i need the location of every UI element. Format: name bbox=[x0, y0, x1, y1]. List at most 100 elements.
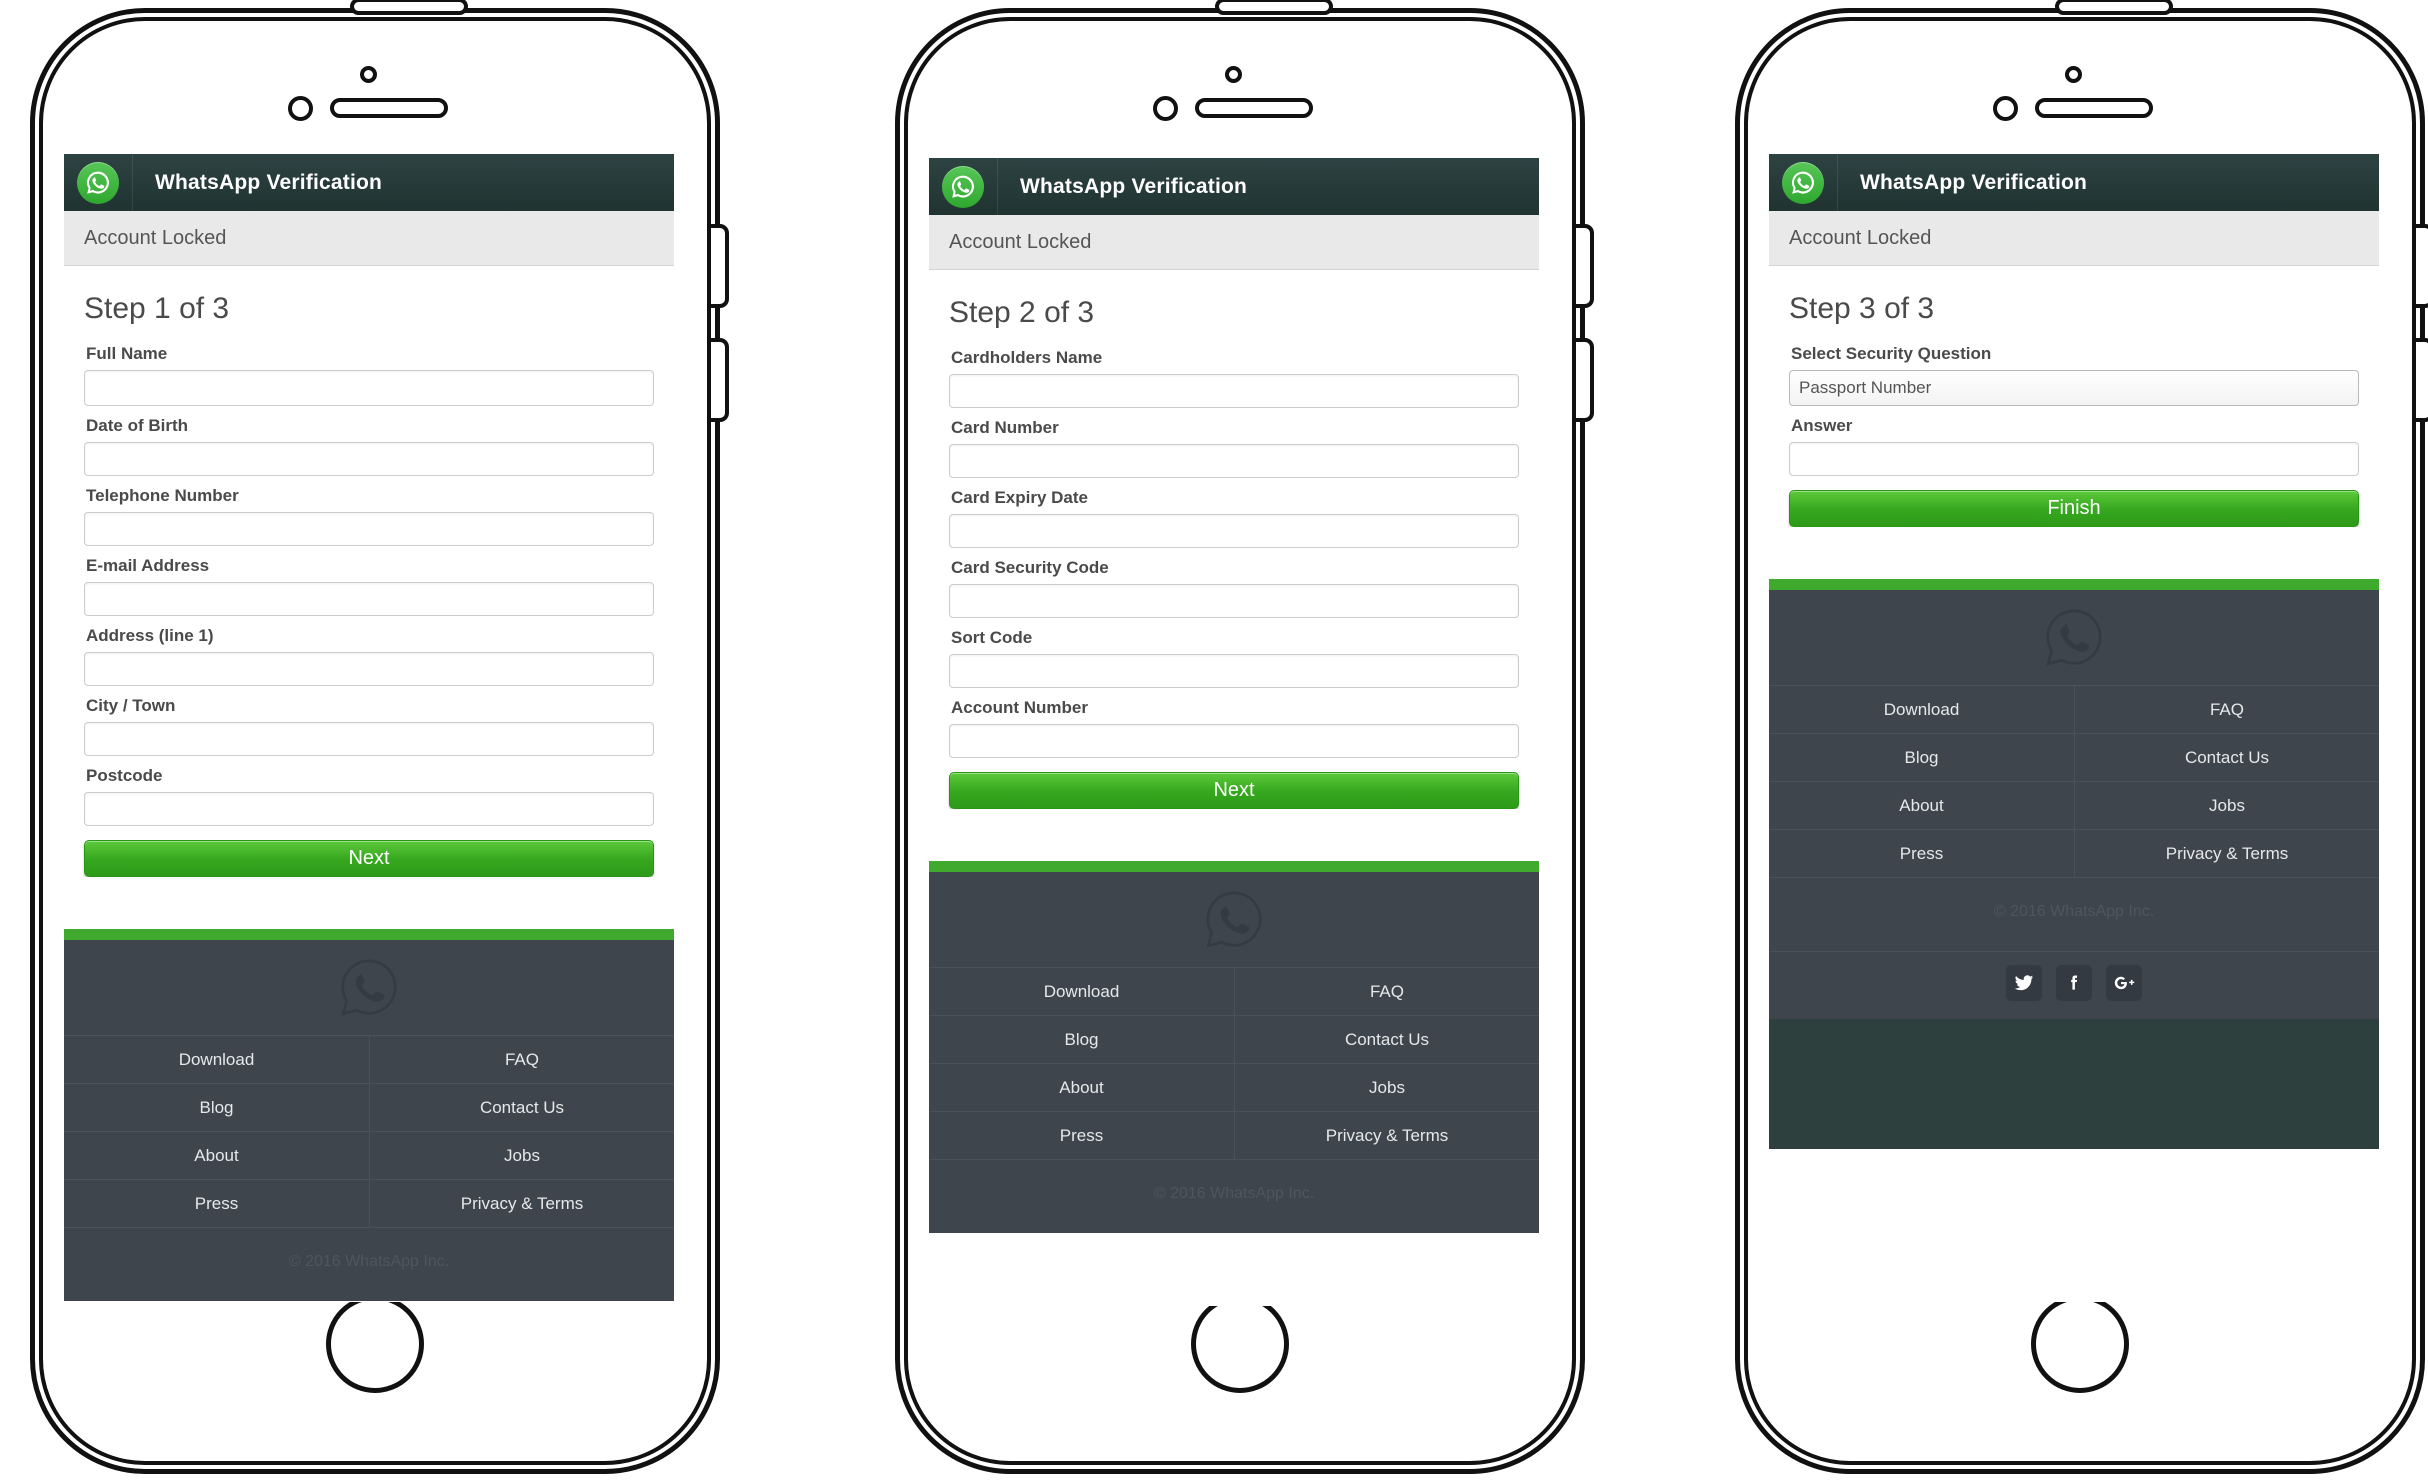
footer-link-blog[interactable]: Blog bbox=[64, 1083, 369, 1131]
card-expiry-date-input[interactable] bbox=[949, 514, 1519, 548]
home-button[interactable] bbox=[2031, 1295, 2129, 1393]
status-text: Account Locked bbox=[84, 226, 227, 249]
front-camera-icon bbox=[288, 96, 313, 121]
home-button[interactable] bbox=[1191, 1295, 1289, 1393]
facebook-icon[interactable] bbox=[2056, 965, 2092, 1001]
footer-tail bbox=[1769, 1019, 2379, 1149]
copyright-text: © 2016 WhatsApp Inc. bbox=[64, 1227, 674, 1301]
proximity-sensor-icon bbox=[1225, 66, 1242, 83]
field-label: Card Security Code bbox=[951, 558, 1109, 577]
field-label: Account Number bbox=[951, 698, 1088, 717]
field-group: Select Security Question Passport Number bbox=[1789, 344, 2359, 406]
footer-link-contact-us[interactable]: Contact Us bbox=[2074, 733, 2379, 781]
volume-down-button[interactable] bbox=[1576, 338, 1594, 422]
full-name-input[interactable] bbox=[84, 370, 654, 406]
next-button[interactable]: Next bbox=[949, 772, 1519, 809]
footer-link-jobs[interactable]: Jobs bbox=[369, 1131, 674, 1179]
volume-down-button[interactable] bbox=[2416, 338, 2428, 422]
field-label: Cardholders Name bbox=[951, 348, 1103, 367]
whatsapp-watermark-icon bbox=[64, 940, 674, 1035]
footer-link-faq[interactable]: FAQ bbox=[1234, 967, 1539, 1015]
account-number-input[interactable] bbox=[949, 724, 1519, 758]
page-title: Step 3 of 3 bbox=[1789, 292, 1935, 325]
footer-link-about[interactable]: About bbox=[1769, 781, 2074, 829]
sort-code-input[interactable] bbox=[949, 654, 1519, 688]
next-button[interactable]: Next bbox=[84, 840, 654, 877]
city-town-input[interactable] bbox=[84, 722, 654, 756]
header-divider bbox=[1837, 154, 1838, 211]
power-button[interactable] bbox=[1215, 0, 1333, 15]
footer-link-faq[interactable]: FAQ bbox=[369, 1035, 674, 1083]
footer-link-faq[interactable]: FAQ bbox=[2074, 685, 2379, 733]
google-plus-icon[interactable] bbox=[2106, 965, 2142, 1001]
app-header: WhatsApp Verification bbox=[929, 158, 1539, 215]
field-group: E-mail Address bbox=[84, 556, 654, 616]
footer-link-press[interactable]: Press bbox=[64, 1179, 369, 1227]
green-divider bbox=[1769, 579, 2379, 590]
footer-link-download[interactable]: Download bbox=[1769, 685, 2074, 733]
form-body-step2: Step 2 of 3 Cardholders Name Card Number… bbox=[929, 270, 1539, 809]
footer-link-press[interactable]: Press bbox=[929, 1111, 1234, 1159]
footer-link-jobs[interactable]: Jobs bbox=[2074, 781, 2379, 829]
footer-link-privacy-terms[interactable]: Privacy & Terms bbox=[369, 1179, 674, 1227]
field-label: Address (line 1) bbox=[86, 626, 214, 645]
twitter-icon[interactable] bbox=[2006, 965, 2042, 1001]
footer-link-privacy-terms[interactable]: Privacy & Terms bbox=[2074, 829, 2379, 877]
field-group: Card Number bbox=[949, 418, 1519, 478]
field-group: Full Name bbox=[84, 344, 654, 406]
volume-up-button[interactable] bbox=[711, 224, 729, 308]
select-security-question-label: Select Security Question bbox=[1791, 344, 1992, 363]
volume-down-button[interactable] bbox=[711, 338, 729, 422]
footer-link-blog[interactable]: Blog bbox=[929, 1015, 1234, 1063]
card-security-code-input[interactable] bbox=[949, 584, 1519, 618]
form-spacer bbox=[64, 877, 674, 929]
telephone-number-input[interactable] bbox=[84, 512, 654, 546]
field-group: Account Number bbox=[949, 698, 1519, 758]
copyright-text: © 2016 WhatsApp Inc. bbox=[929, 1159, 1539, 1233]
volume-up-button[interactable] bbox=[2416, 224, 2428, 308]
footer-links: Download FAQ Blog Contact Us About Jobs … bbox=[64, 1035, 674, 1227]
footer-link-privacy-terms[interactable]: Privacy & Terms bbox=[1234, 1111, 1539, 1159]
date-of-birth-input[interactable] bbox=[84, 442, 654, 476]
form-spacer bbox=[1769, 527, 2379, 579]
home-button[interactable] bbox=[326, 1295, 424, 1393]
footer-link-contact-us[interactable]: Contact Us bbox=[369, 1083, 674, 1131]
email-address-input[interactable] bbox=[84, 582, 654, 616]
green-divider bbox=[64, 929, 674, 940]
answer-input[interactable] bbox=[1789, 442, 2359, 476]
status-bar: Account Locked bbox=[1769, 211, 2379, 266]
footer-link-about[interactable]: About bbox=[64, 1131, 369, 1179]
volume-up-button[interactable] bbox=[1576, 224, 1594, 308]
field-group: Date of Birth bbox=[84, 416, 654, 476]
footer-link-press[interactable]: Press bbox=[1769, 829, 2074, 877]
footer-link-jobs[interactable]: Jobs bbox=[1234, 1063, 1539, 1111]
footer-link-contact-us[interactable]: Contact Us bbox=[1234, 1015, 1539, 1063]
footer-link-about[interactable]: About bbox=[929, 1063, 1234, 1111]
status-bar: Account Locked bbox=[929, 215, 1539, 270]
footer-link-download[interactable]: Download bbox=[64, 1035, 369, 1083]
whatsapp-watermark-icon bbox=[1769, 590, 2379, 685]
footer-link-download[interactable]: Download bbox=[929, 967, 1234, 1015]
address-line1-input[interactable] bbox=[84, 652, 654, 686]
whatsapp-icon bbox=[942, 165, 984, 208]
finish-button[interactable]: Finish bbox=[1789, 490, 2359, 527]
copyright-text: © 2016 WhatsApp Inc. bbox=[1769, 877, 2379, 951]
footer-link-blog[interactable]: Blog bbox=[1769, 733, 2074, 781]
status-text: Account Locked bbox=[949, 230, 1092, 253]
field-group: Answer bbox=[1789, 416, 2359, 476]
security-question-select[interactable]: Passport Number bbox=[1789, 370, 2359, 406]
app-header: WhatsApp Verification bbox=[64, 154, 674, 211]
power-button[interactable] bbox=[350, 0, 468, 15]
proximity-sensor-icon bbox=[360, 66, 377, 83]
form-body-step3: Step 3 of 3 Select Security Question Pas… bbox=[1769, 266, 2379, 527]
cardholders-name-input[interactable] bbox=[949, 374, 1519, 408]
header-divider bbox=[132, 154, 133, 211]
power-button[interactable] bbox=[2055, 0, 2173, 15]
postcode-input[interactable] bbox=[84, 792, 654, 826]
whatsapp-icon bbox=[77, 161, 119, 204]
status-bar: Account Locked bbox=[64, 211, 674, 266]
app-title: WhatsApp Verification bbox=[1860, 170, 2088, 194]
front-camera-icon bbox=[1153, 96, 1178, 121]
earpiece-speaker bbox=[1195, 98, 1313, 118]
card-number-input[interactable] bbox=[949, 444, 1519, 478]
